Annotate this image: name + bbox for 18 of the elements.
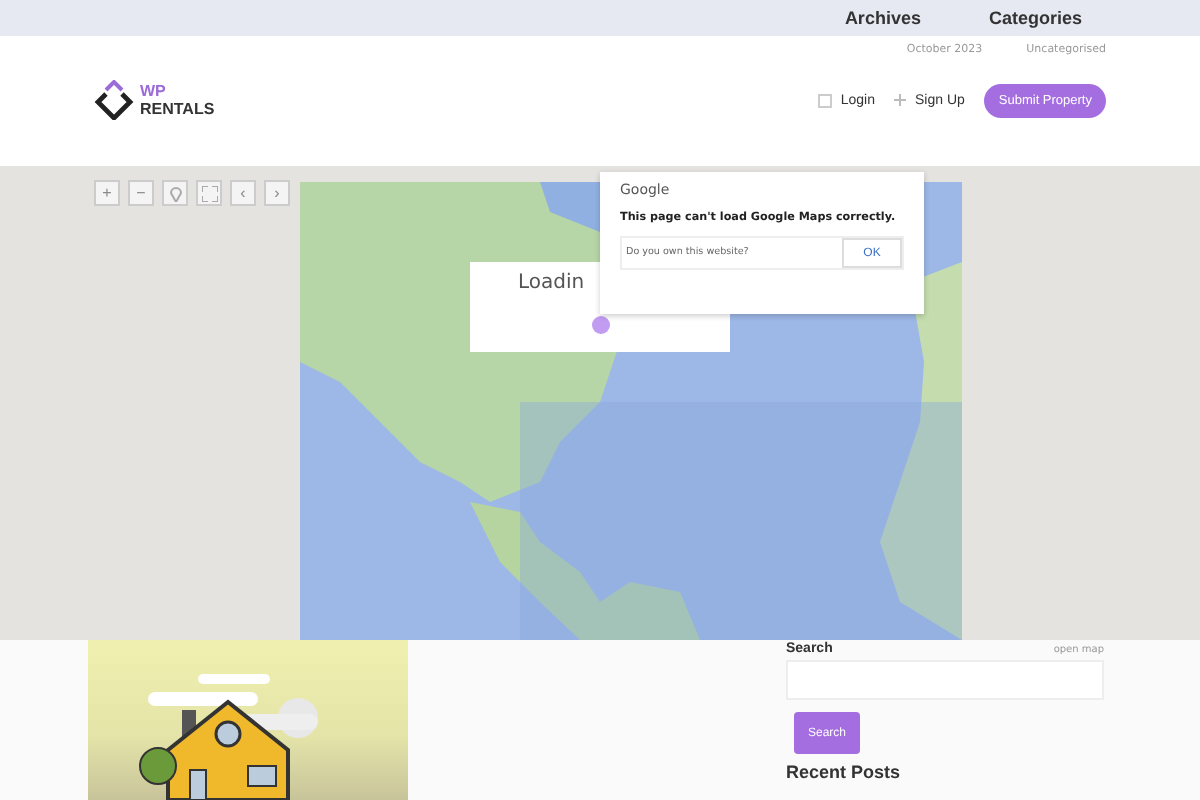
- fullscreen-icon: [201, 185, 217, 201]
- fullscreen-button[interactable]: [196, 180, 222, 206]
- nav-link[interactable]: Archives: [844, 8, 921, 28]
- logo-text: WP: [140, 82, 168, 100]
- nav-link[interactable]: Categories: [988, 8, 1082, 28]
- loading-dot: [591, 316, 609, 334]
- map-control-button[interactable]: −: [128, 180, 154, 206]
- map-control-button[interactable]: +: [94, 180, 120, 206]
- location-pin-button[interactable]: [162, 180, 188, 206]
- plus-icon: [894, 94, 907, 106]
- recent-posts-heading: Recent Posts: [786, 762, 903, 782]
- user-icon: [818, 93, 833, 107]
- logo-text: RENTALS: [140, 100, 215, 118]
- logo-icon: [94, 80, 134, 120]
- map-control-button[interactable]: ‹: [230, 180, 256, 206]
- pin-icon: [169, 185, 181, 201]
- loading-text: Loadin: [518, 272, 585, 294]
- map-control-button[interactable]: ›: [264, 180, 290, 206]
